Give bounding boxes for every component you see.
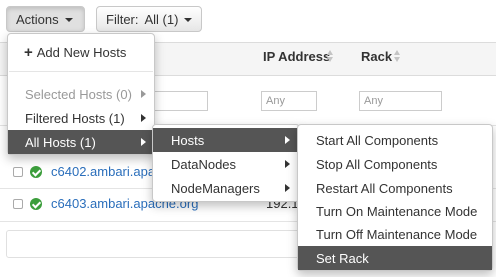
hosts-submenu: Start All Components Stop All Components… [297, 124, 493, 271]
menu-item-label: Add New Hosts [36, 44, 127, 60]
submenu-item-hosts[interactable]: Hosts [153, 128, 299, 152]
submenu-item-stop-all-components[interactable]: Stop All Components [298, 152, 492, 176]
menu-item-label: All Hosts (1) [25, 134, 96, 150]
filter-value: All (1) [144, 11, 179, 27]
menu-item-all-hosts[interactable]: All Hosts (1) [8, 130, 154, 154]
all-hosts-submenu: Hosts DataNodes NodeManagers [152, 124, 300, 202]
actions-menu: + Add New Hosts Selected Hosts (0) Filte… [7, 33, 155, 155]
submenu-item-datanodes[interactable]: DataNodes [153, 152, 299, 176]
menu-item-label: NodeManagers [171, 180, 260, 196]
plus-icon: + [24, 43, 33, 61]
ip-filter-input[interactable]: Any [261, 91, 317, 111]
column-header-ip-address[interactable]: IP Address [263, 49, 330, 64]
chevron-right-icon [141, 90, 146, 98]
sort-icon[interactable] [327, 49, 335, 63]
rack-filter-input[interactable]: Any [359, 91, 442, 111]
submenu-item-restart-all-components[interactable]: Restart All Components [298, 176, 492, 200]
menu-item-label: Turn Off Maintenance Mode [316, 226, 478, 242]
actions-label: Actions [16, 11, 59, 27]
actions-button[interactable]: Actions [6, 6, 85, 32]
menu-item-selected-hosts[interactable]: Selected Hosts (0) [8, 82, 154, 106]
menu-item-add-new-hosts[interactable]: + Add New Hosts [8, 40, 154, 64]
chevron-right-icon [141, 114, 146, 122]
menu-item-label: Hosts [171, 132, 205, 148]
status-ok-icon [30, 198, 42, 210]
submenu-item-start-all-components[interactable]: Start All Components [298, 128, 492, 152]
menu-item-filtered-hosts[interactable]: Filtered Hosts (1) [8, 106, 154, 130]
submenu-item-turn-on-maintenance-mode[interactable]: Turn On Maintenance Mode [298, 199, 492, 223]
menu-item-label: Selected Hosts (0) [25, 86, 132, 102]
menu-item-label: Filtered Hosts (1) [25, 110, 125, 126]
submenu-item-turn-off-maintenance-mode[interactable]: Turn Off Maintenance Mode [298, 222, 492, 246]
status-ok-icon [30, 166, 42, 178]
menu-item-label: Stop All Components [316, 156, 438, 172]
menu-item-label: Start All Components [316, 132, 439, 148]
row-checkbox[interactable] [13, 167, 23, 177]
submenu-item-set-rack[interactable]: Set Rack [298, 246, 492, 270]
chevron-right-icon [285, 136, 290, 144]
caret-down-icon [64, 18, 73, 22]
filter-button[interactable]: Filter: All (1) [96, 6, 202, 32]
caret-down-icon [184, 18, 193, 22]
chevron-right-icon [285, 184, 290, 192]
column-header-rack[interactable]: Rack [361, 49, 392, 64]
filter-label: Filter: [106, 11, 139, 27]
row-checkbox[interactable] [13, 199, 23, 209]
chevron-right-icon [285, 160, 290, 168]
menu-item-label: Restart All Components [316, 180, 453, 196]
menu-divider [9, 71, 153, 72]
submenu-item-nodemanagers[interactable]: NodeManagers [153, 176, 299, 200]
menu-item-label: Turn On Maintenance Mode [316, 203, 478, 219]
menu-item-label: DataNodes [171, 156, 237, 172]
chevron-right-icon [141, 138, 146, 146]
sort-icon[interactable] [394, 49, 402, 63]
host-filter-input[interactable] [150, 91, 208, 111]
menu-item-label: Set Rack [316, 250, 369, 266]
